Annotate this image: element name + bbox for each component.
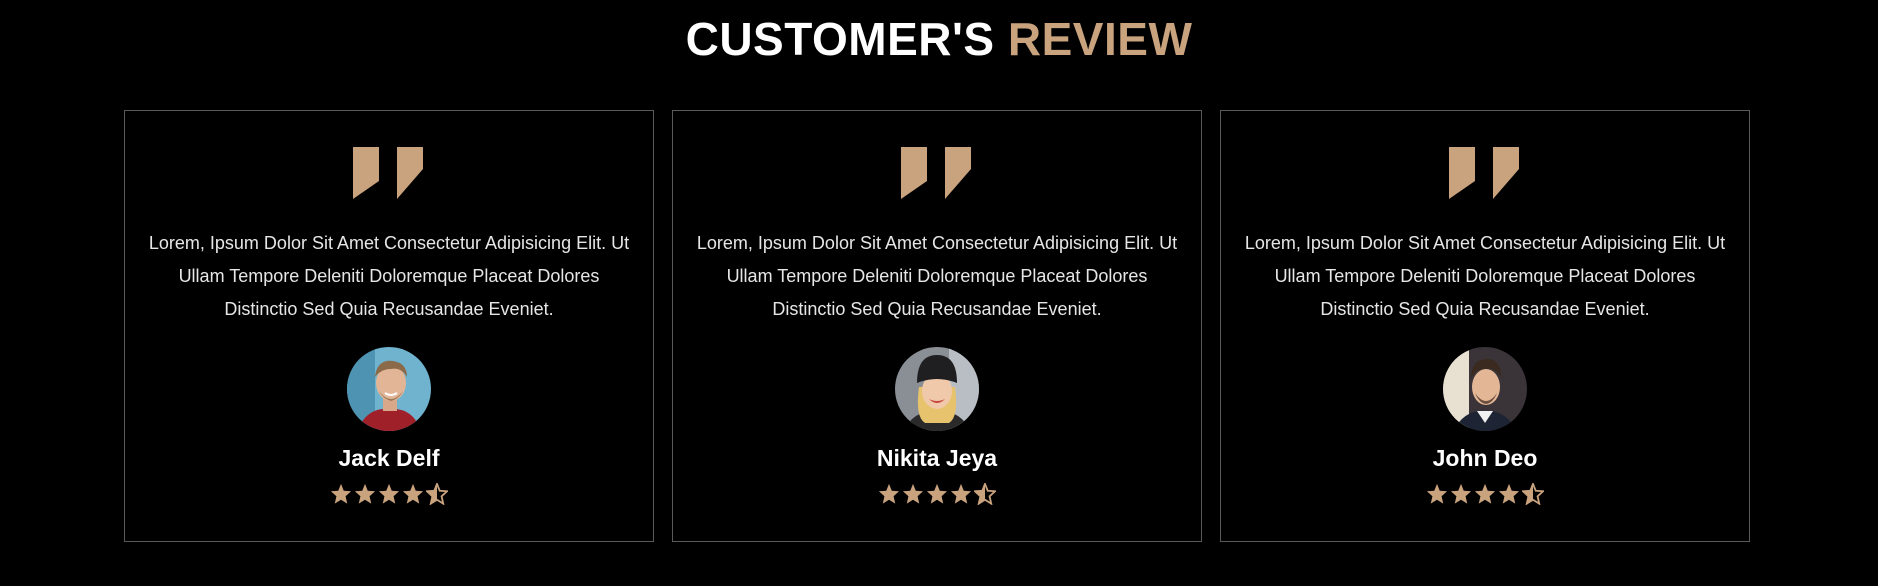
review-cards: Lorem, Ipsum Dolor Sit Amet Consectetur … — [124, 110, 1754, 542]
quote-icon — [1449, 147, 1519, 199]
review-card: Lorem, Ipsum Dolor Sit Amet Consectetur … — [672, 110, 1202, 542]
star-icon — [902, 483, 924, 504]
star-icon — [354, 483, 376, 504]
star-rating — [330, 483, 448, 505]
reviewer-name: Nikita Jeya — [876, 445, 998, 471]
star-icon — [1426, 483, 1448, 504]
section-title-main: CUSTOMER'S — [685, 13, 1008, 65]
half-star-icon — [1522, 483, 1544, 505]
review-text: Lorem, Ipsum Dolor Sit Amet Consectetur … — [696, 233, 1178, 319]
star-icon — [926, 483, 948, 504]
half-star-icon — [974, 483, 996, 505]
star-icon — [330, 483, 352, 504]
quote-icon — [901, 147, 971, 199]
star-icon — [1498, 483, 1520, 504]
quote-icon — [353, 147, 423, 199]
star-icon — [950, 483, 972, 504]
half-star-icon — [426, 483, 448, 505]
section-title: CUSTOMER'S REVIEW — [0, 12, 1878, 66]
review-card: Lorem, Ipsum Dolor Sit Amet Consectetur … — [1220, 110, 1750, 542]
star-rating — [1426, 483, 1544, 505]
star-icon — [1474, 483, 1496, 504]
star-icon — [878, 483, 900, 504]
reviewer-name: John Deo — [1432, 445, 1538, 471]
star-rating — [878, 483, 996, 505]
star-icon — [1450, 483, 1472, 504]
review-card: Lorem, Ipsum Dolor Sit Amet Consectetur … — [124, 110, 654, 542]
avatar — [895, 347, 979, 431]
reviewer-name: Jack Delf — [338, 445, 440, 471]
avatar — [1443, 347, 1527, 431]
review-text: Lorem, Ipsum Dolor Sit Amet Consectetur … — [1244, 233, 1726, 319]
section-title-accent: REVIEW — [1007, 13, 1193, 65]
avatar — [347, 347, 431, 431]
review-text: Lorem, Ipsum Dolor Sit Amet Consectetur … — [148, 233, 630, 319]
star-icon — [402, 483, 424, 504]
star-icon — [378, 483, 400, 504]
